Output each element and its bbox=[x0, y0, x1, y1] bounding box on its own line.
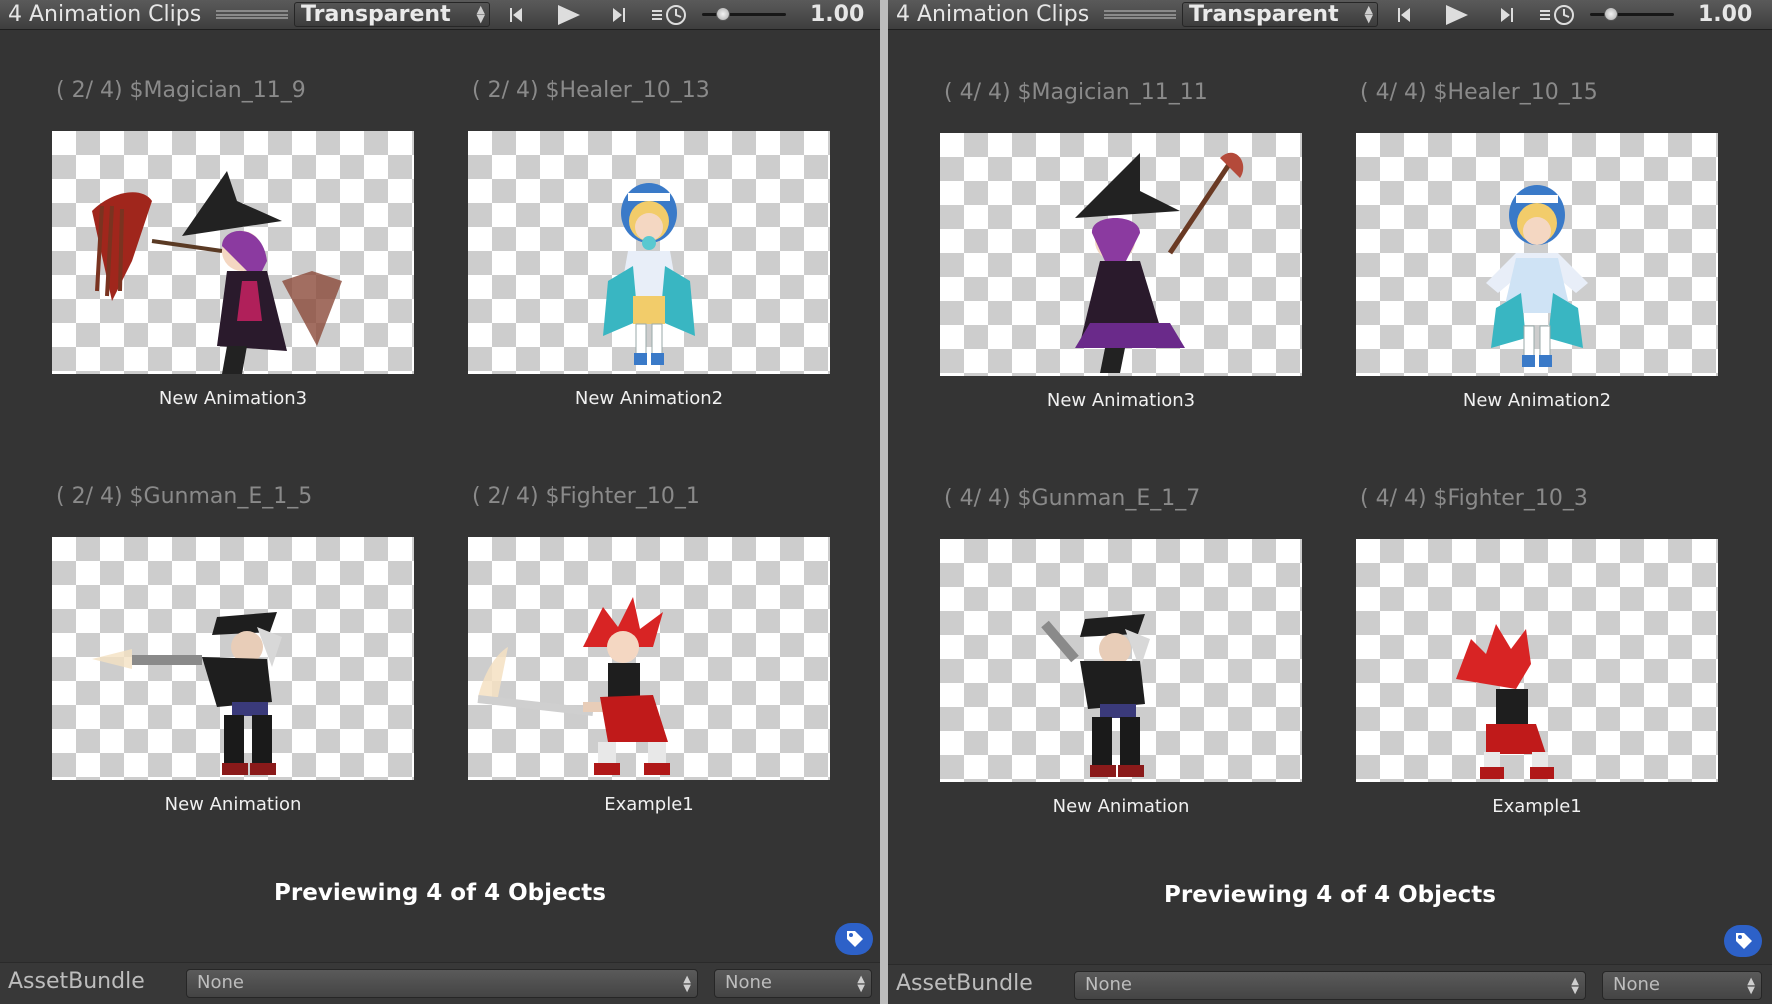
fighter-sprite bbox=[477, 597, 670, 775]
fighter-sprite bbox=[1456, 624, 1554, 779]
assetbundle-variant-value: None bbox=[1613, 974, 1660, 995]
background-select-value: Transparent bbox=[1189, 2, 1339, 27]
sprite-preview[interactable] bbox=[52, 537, 414, 780]
assetbundle-name-select[interactable]: None ▲ ▼ bbox=[186, 969, 698, 998]
drag-handle[interactable] bbox=[1104, 10, 1176, 19]
speed-value: 1.00 bbox=[1698, 2, 1753, 27]
assetbundle-name-select[interactable]: None ▲ ▼ bbox=[1074, 971, 1586, 1000]
playback-speed-icon bbox=[1538, 3, 1580, 31]
clip-name: New Animation3 bbox=[158, 388, 308, 409]
play-icon bbox=[558, 5, 580, 25]
sprite-preview[interactable] bbox=[468, 537, 830, 780]
select-arrows-icon: ▲ ▼ bbox=[1747, 976, 1755, 996]
sprite-preview[interactable] bbox=[940, 133, 1302, 376]
step-forward-icon bbox=[1501, 8, 1513, 22]
background-select-value: Transparent bbox=[301, 2, 451, 27]
step-forward-button[interactable] bbox=[1492, 2, 1524, 27]
sprite-preview[interactable] bbox=[1356, 539, 1718, 782]
tag-button[interactable] bbox=[1724, 925, 1762, 957]
gunman-sprite bbox=[92, 612, 282, 775]
step-back-button[interactable] bbox=[500, 2, 532, 27]
play-button[interactable] bbox=[550, 2, 586, 27]
tag-icon bbox=[1736, 933, 1752, 949]
clip-name: New Animation3 bbox=[1046, 390, 1196, 411]
play-button[interactable] bbox=[1438, 2, 1474, 27]
assetbundle-variant-select[interactable]: None ▲ ▼ bbox=[714, 969, 872, 998]
gunman-sprite bbox=[1041, 614, 1150, 777]
sprite-preview[interactable] bbox=[940, 539, 1302, 782]
tag-icon bbox=[847, 931, 863, 947]
assetbundle-name-value: None bbox=[197, 972, 244, 993]
select-arrows-icon: ▲ ▼ bbox=[1571, 976, 1579, 996]
select-arrows-icon: ▲ ▼ bbox=[1364, 3, 1373, 25]
clip-header: ( 2/ 4) $Magician_11_9 bbox=[56, 78, 306, 103]
step-back-icon bbox=[510, 8, 522, 22]
play-icon bbox=[1446, 5, 1468, 25]
clip-name: New Animation2 bbox=[1462, 390, 1612, 411]
clip-name: Example1 bbox=[604, 794, 694, 815]
toolbar-title: 4 Animation Clips bbox=[8, 2, 202, 27]
playback-speed-icon bbox=[650, 3, 692, 31]
assetbundle-bar: AssetBundle None ▲ ▼ None ▲ ▼ bbox=[0, 962, 880, 1004]
step-back-icon bbox=[1398, 8, 1410, 22]
sprite-preview[interactable] bbox=[468, 131, 830, 374]
sprite-preview[interactable] bbox=[1356, 133, 1718, 376]
speed-slider[interactable] bbox=[702, 7, 786, 21]
clip-name: New Animation2 bbox=[574, 388, 724, 409]
clip-header: ( 2/ 4) $Gunman_E_1_5 bbox=[56, 484, 313, 509]
assetbundle-variant-value: None bbox=[725, 972, 772, 993]
healer-sprite bbox=[1486, 185, 1588, 367]
clip-name: New Animation bbox=[1052, 796, 1190, 817]
clip-header: ( 2/ 4) $Fighter_10_1 bbox=[472, 484, 700, 509]
assetbundle-name-value: None bbox=[1085, 974, 1132, 995]
clip-header: ( 4/ 4) $Healer_10_15 bbox=[1360, 80, 1598, 105]
step-back-button[interactable] bbox=[1388, 2, 1420, 27]
tag-button[interactable] bbox=[835, 923, 873, 955]
speed-slider-thumb[interactable] bbox=[716, 7, 730, 21]
magician-sprite bbox=[1075, 152, 1244, 373]
select-arrows-icon: ▲ ▼ bbox=[683, 974, 691, 994]
assetbundle-variant-select[interactable]: None ▲ ▼ bbox=[1602, 971, 1762, 1000]
speed-value: 1.00 bbox=[810, 2, 865, 27]
assetbundle-label: AssetBundle bbox=[896, 971, 1033, 996]
previewing-status: Previewing 4 of 4 Objects bbox=[1164, 882, 1496, 908]
clip-header: ( 2/ 4) $Healer_10_13 bbox=[472, 78, 710, 103]
preview-panel-right: 4 Animation Clips Transparent ▲ ▼ 1.00 ( … bbox=[888, 0, 1772, 1004]
clip-header: ( 4/ 4) $Magician_11_11 bbox=[944, 80, 1208, 105]
select-arrows-icon: ▲ ▼ bbox=[476, 3, 485, 25]
preview-toolbar: 4 Animation Clips Transparent ▲ ▼ 1.00 bbox=[888, 0, 1772, 30]
step-forward-icon bbox=[613, 8, 625, 22]
clip-name: Example1 bbox=[1492, 796, 1582, 817]
background-select[interactable]: Transparent ▲ ▼ bbox=[294, 2, 490, 27]
background-select[interactable]: Transparent ▲ ▼ bbox=[1182, 2, 1378, 27]
sprite-preview[interactable] bbox=[52, 131, 414, 374]
assetbundle-bar: AssetBundle None ▲ ▼ None ▲ ▼ bbox=[888, 964, 1772, 1004]
clip-header: ( 4/ 4) $Fighter_10_3 bbox=[1360, 486, 1588, 511]
magician-sprite bbox=[92, 171, 342, 374]
speed-slider[interactable] bbox=[1590, 7, 1674, 21]
select-arrows-icon: ▲ ▼ bbox=[857, 974, 865, 994]
step-forward-button[interactable] bbox=[604, 2, 636, 27]
clip-name: New Animation bbox=[164, 794, 302, 815]
drag-handle[interactable] bbox=[216, 10, 288, 19]
toolbar-title: 4 Animation Clips bbox=[896, 2, 1090, 27]
preview-panel-left: 4 Animation Clips Transparent ▲ ▼ 1.00 ( … bbox=[0, 0, 880, 1004]
preview-toolbar: 4 Animation Clips Transparent ▲ ▼ 1.00 bbox=[0, 0, 880, 30]
clip-header: ( 4/ 4) $Gunman_E_1_7 bbox=[944, 486, 1201, 511]
speed-slider-thumb[interactable] bbox=[1604, 7, 1618, 21]
previewing-status: Previewing 4 of 4 Objects bbox=[274, 880, 606, 906]
panel-divider bbox=[880, 0, 888, 1004]
healer-sprite bbox=[603, 183, 695, 365]
assetbundle-label: AssetBundle bbox=[8, 969, 145, 994]
